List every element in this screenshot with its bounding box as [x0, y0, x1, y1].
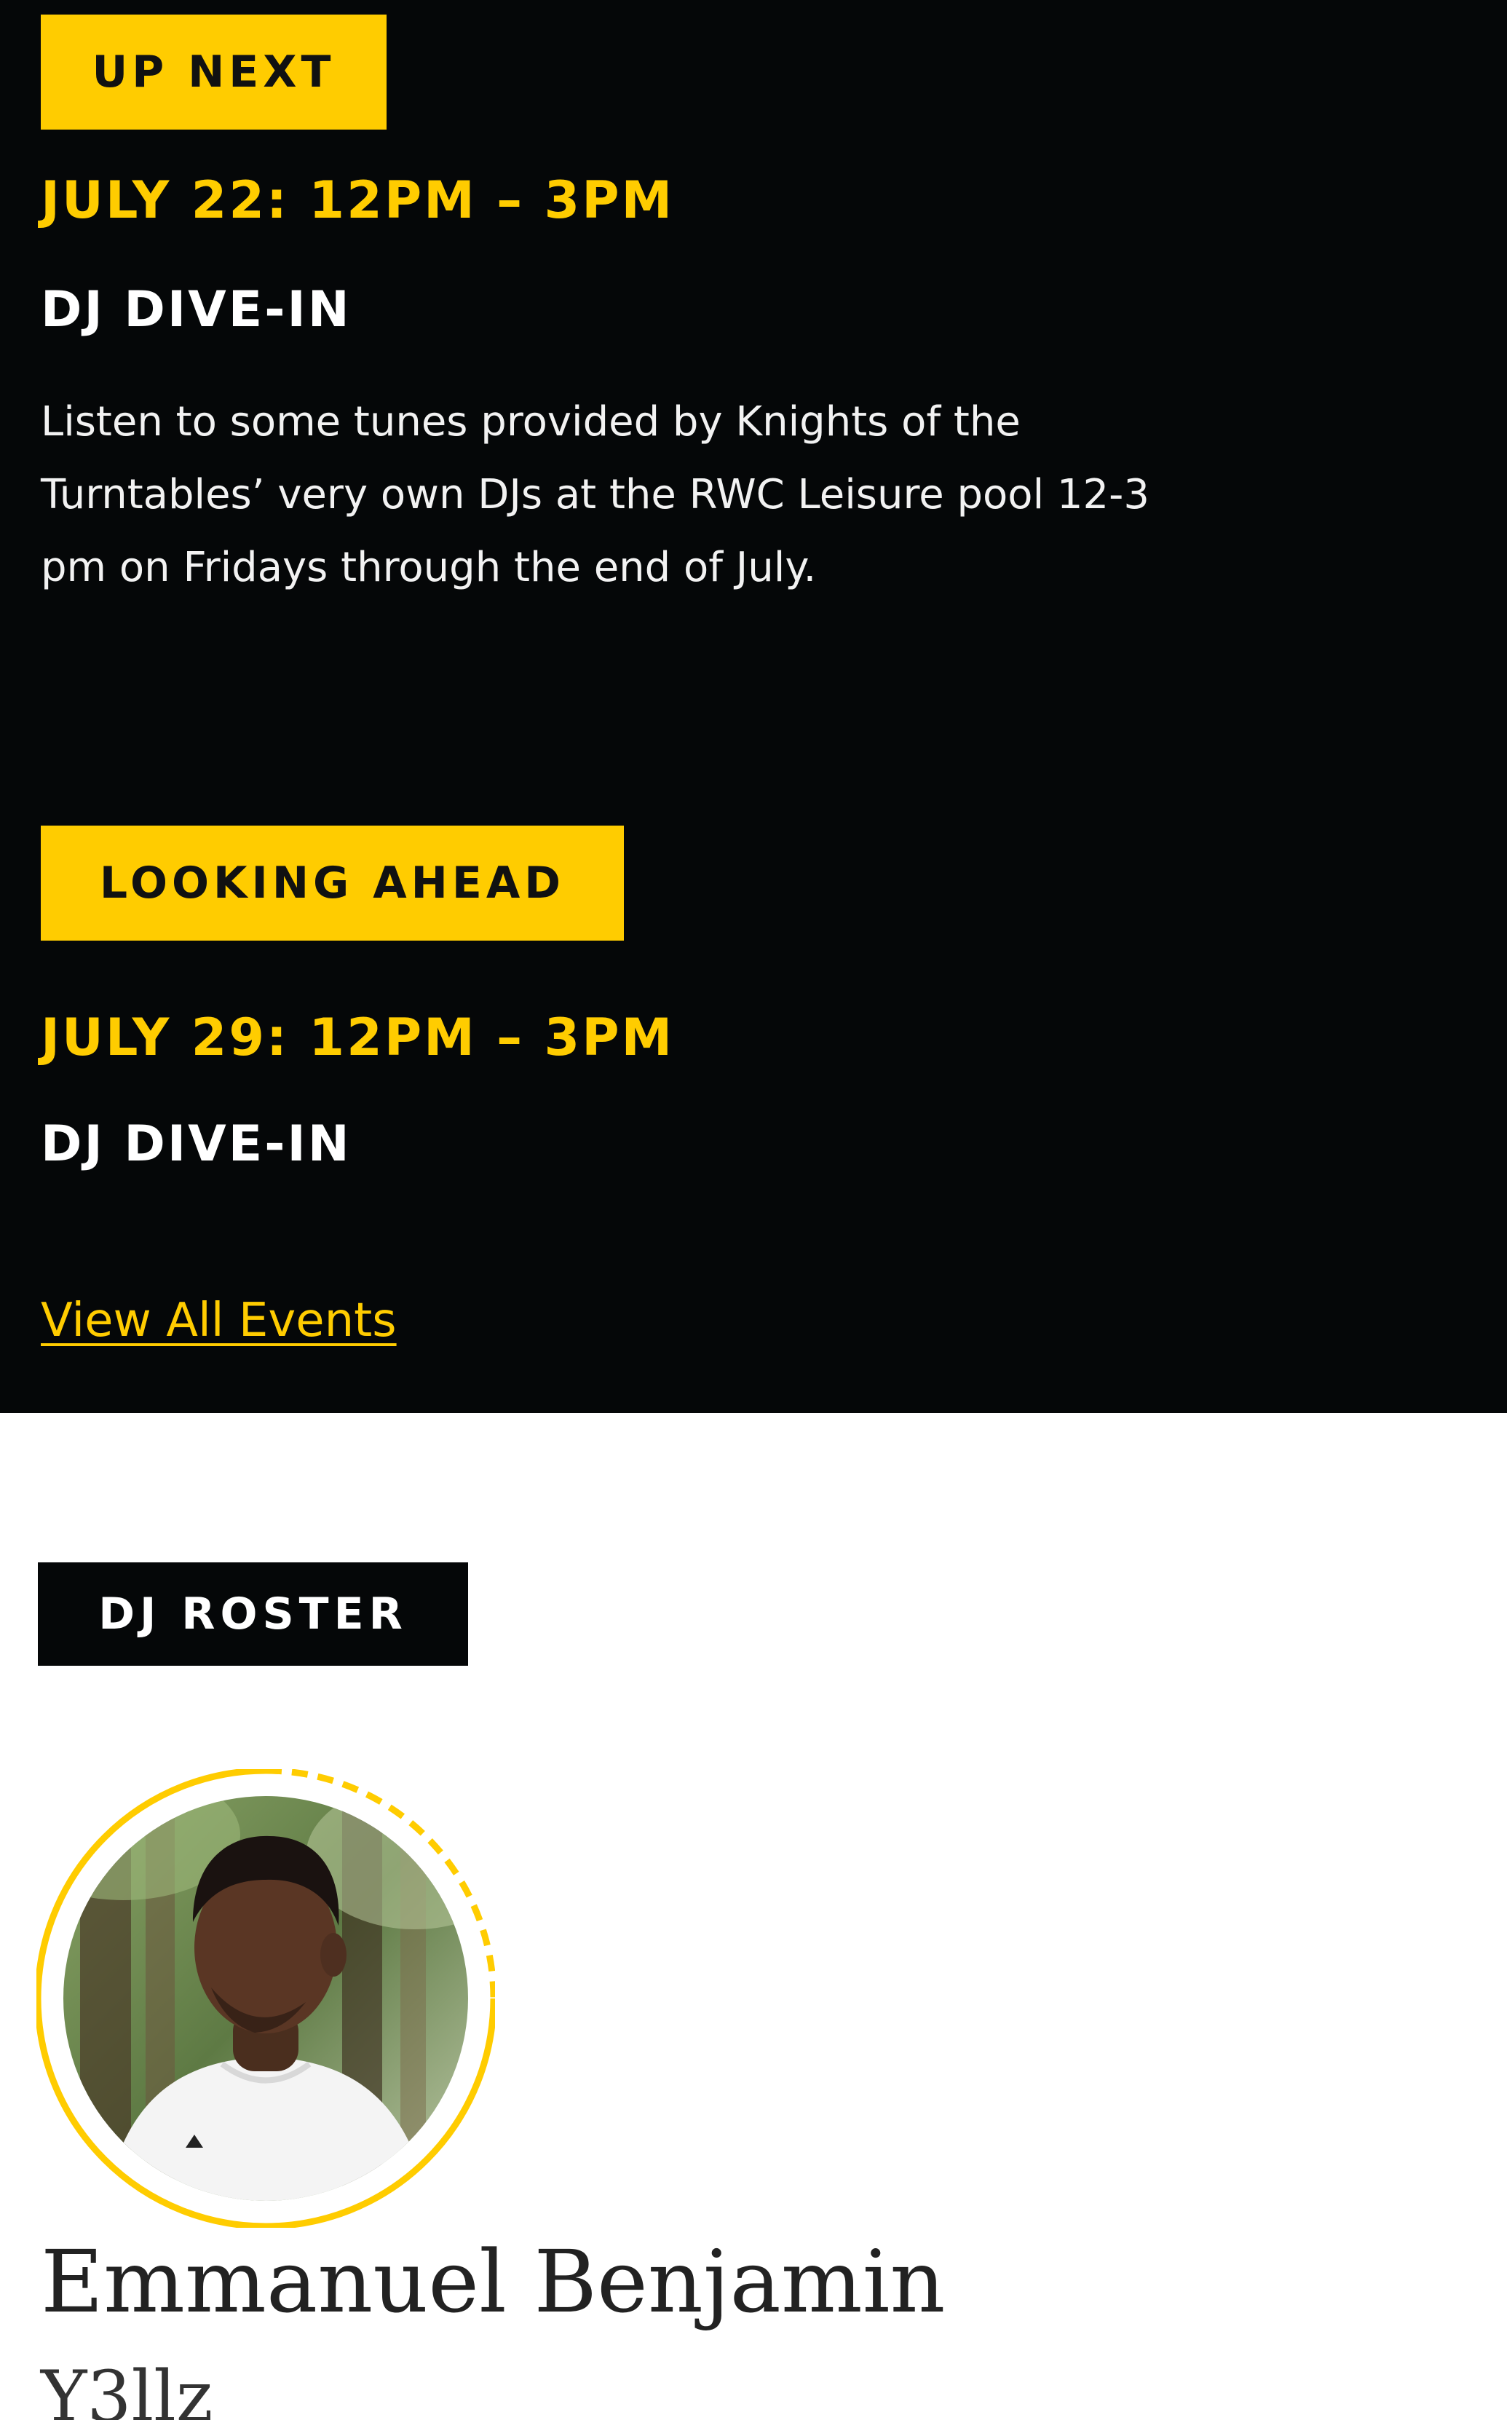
- events-section: UP NEXT JULY 22: 12PM – 3PM DJ DIVE-IN L…: [0, 0, 1507, 1413]
- up-next-tag: UP NEXT: [41, 15, 387, 130]
- dj-alias: Y3llz: [41, 2356, 213, 2420]
- view-all-events-link[interactable]: View All Events: [41, 1297, 397, 1344]
- page: UP NEXT JULY 22: 12PM – 3PM DJ DIVE-IN L…: [0, 0, 1512, 2420]
- dj-roster-tag: DJ ROSTER: [38, 1562, 468, 1666]
- looking-ahead-title: DJ DIVE-IN: [41, 1115, 352, 1173]
- up-next-title: DJ DIVE-IN: [41, 281, 352, 339]
- dj-avatar[interactable]: [36, 1769, 495, 2228]
- looking-ahead-tag: LOOKING AHEAD: [41, 826, 624, 941]
- dj-name: Emmanuel Benjamin: [41, 2231, 946, 2332]
- dj-photo-avatar-icon: [36, 1769, 495, 2228]
- up-next-description: Listen to some tunes provided by Knights…: [41, 398, 1150, 591]
- edge-strip: [1507, 0, 1512, 1413]
- looking-ahead-date: JULY 29: 12PM – 3PM: [41, 1008, 675, 1067]
- up-next-date: JULY 22: 12PM – 3PM: [41, 170, 675, 230]
